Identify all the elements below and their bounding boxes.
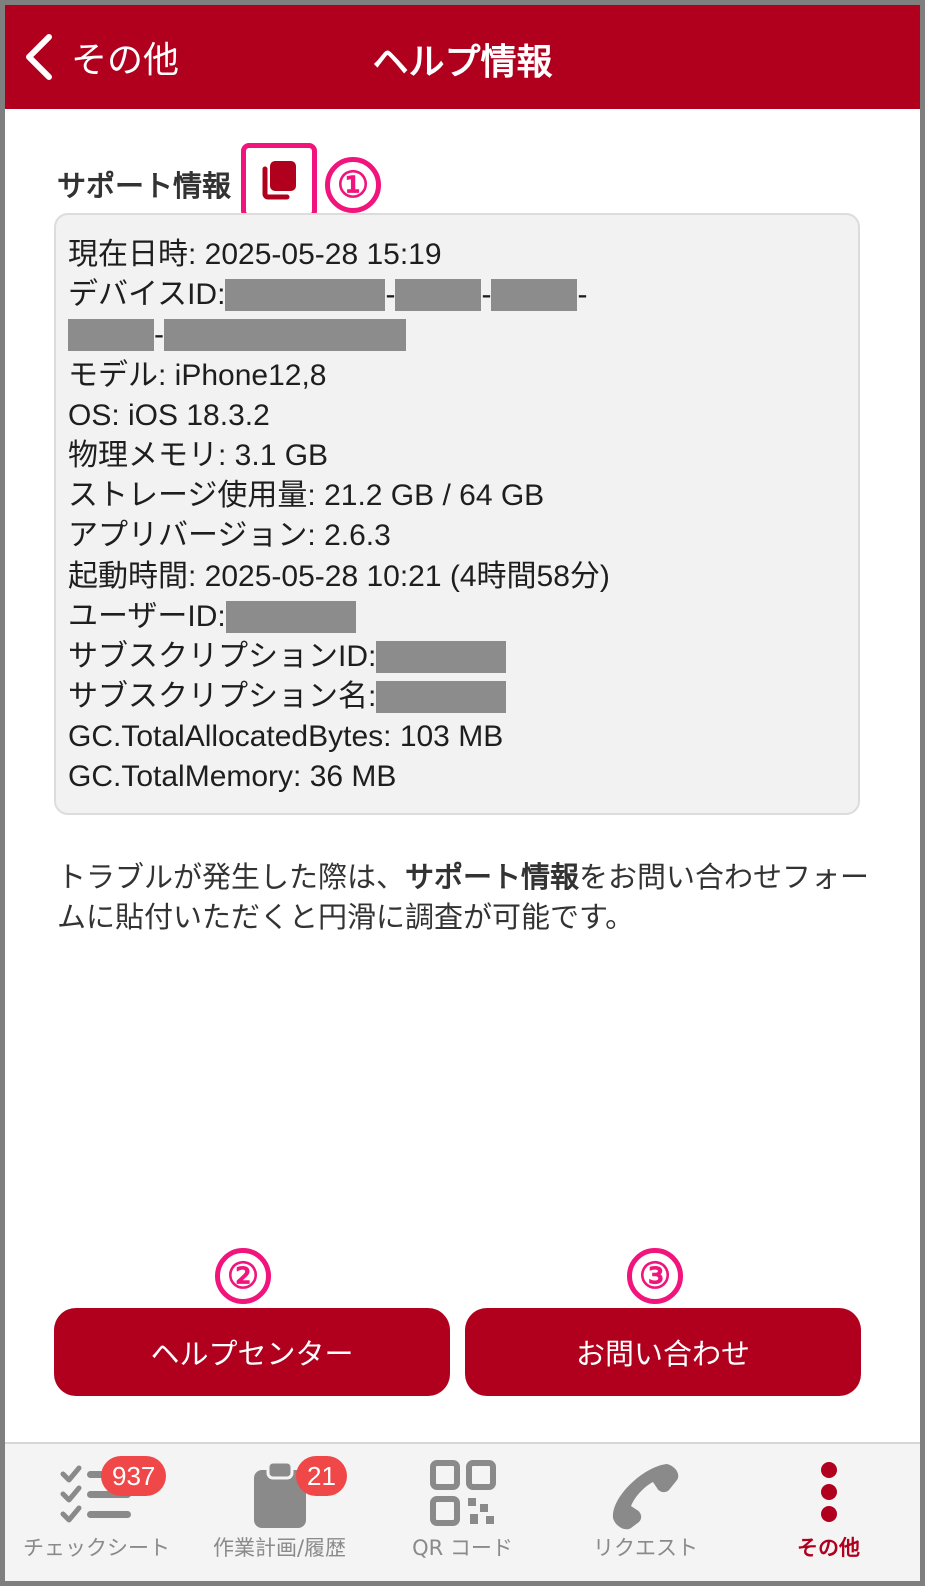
marker-2: ② (215, 1248, 271, 1304)
more-vertical-icon (819, 1460, 839, 1528)
qr-code-icon (429, 1460, 496, 1530)
device-id-label: デバイスID: (68, 278, 226, 312)
separator: - (154, 318, 164, 352)
tab-label: 作業計画/履歴 (212, 1536, 347, 1560)
info-subscription-id: サブスクリプションID: (68, 637, 846, 677)
info-device-id-cont: - (68, 315, 846, 355)
redacted-block (491, 279, 578, 312)
tab-label: リクエスト (593, 1536, 698, 1560)
info-os: OS: iOS 18.3.2 (68, 398, 270, 432)
description-text: トラブルが発生した際は、 (57, 860, 406, 894)
support-description: トラブルが発生した際は、サポート情報をお問い合わせフォームに貼付いただくと円滑に… (57, 857, 877, 937)
info-uptime: 起動時間: 2025-05-28 10:21 (4時間58分) (68, 559, 610, 593)
copy-icon (257, 157, 301, 205)
support-info-box: 現在日時: 2025-05-28 15:19 デバイスID: - - - - モ… (54, 213, 860, 815)
tab-other[interactable]: その他 (737, 1444, 920, 1581)
redacted-block (376, 640, 507, 673)
info-gc-memory: GC.TotalMemory: 36 MB (68, 760, 397, 794)
redacted-block (225, 279, 386, 312)
info-model: モデル: iPhone12,8 (68, 358, 327, 392)
info-app-version: アプリバージョン: 2.6.3 (68, 519, 391, 553)
info-datetime: 現在日時: 2025-05-28 15:19 (68, 238, 442, 271)
tab-label: チェックシート (23, 1536, 170, 1560)
user-id-label: ユーザーID: (68, 599, 226, 633)
help-center-button[interactable]: ヘルプセンター (54, 1308, 450, 1396)
subscription-name-label: サブスクリプション名: (68, 680, 377, 714)
tab-label: QR コード (412, 1536, 513, 1560)
tab-badge: 937 (101, 1456, 167, 1496)
info-memory: 物理メモリ: 3.1 GB (68, 438, 329, 472)
phone-icon (609, 1460, 683, 1534)
redacted-block (376, 681, 507, 714)
info-user-id: ユーザーID: (68, 597, 846, 637)
support-info-label: サポート情報 (57, 169, 232, 203)
tab-request[interactable]: リクエスト (554, 1444, 737, 1581)
subscription-id-label: サブスクリプションID: (68, 639, 377, 673)
app-screen: その他 ヘルプ情報 サポート情報 ① 現在日時: 2025-05-28 15:1… (0, 0, 925, 1586)
tab-checksheet[interactable]: 937 チェックシート (5, 1444, 188, 1581)
info-storage: ストレージ使用量: 21.2 GB / 64 GB (68, 479, 545, 513)
contact-button[interactable]: お問い合わせ (465, 1308, 861, 1396)
marker-3: ③ (627, 1248, 683, 1304)
description-bold: サポート情報 (405, 860, 580, 894)
tab-work-plan[interactable]: 21 作業計画/履歴 (188, 1444, 371, 1581)
page-title: ヘルプ情報 (372, 42, 553, 83)
redacted-block (395, 279, 482, 312)
separator: - (481, 278, 492, 312)
tab-badge: 21 (296, 1456, 347, 1496)
tab-bar: 937 チェックシート 21 作業計画/履歴 QR コード リクエスト その他 (5, 1442, 920, 1581)
redacted-block (164, 319, 406, 352)
tab-label: その他 (797, 1536, 860, 1560)
info-subscription-name: サブスクリプション名: (68, 677, 846, 717)
info-gc-allocated: GC.TotalAllocatedBytes: 103 MB (68, 720, 504, 754)
info-device-id: デバイスID: - - - (68, 275, 846, 315)
marker-1: ① (325, 157, 381, 213)
nav-header: その他 ヘルプ情報 (5, 5, 920, 109)
redacted-block (225, 600, 356, 633)
separator: - (385, 278, 396, 312)
copy-button[interactable] (241, 143, 317, 219)
tab-qr-code[interactable]: QR コード (371, 1444, 554, 1581)
separator: - (577, 278, 588, 312)
redacted-block (68, 319, 154, 352)
